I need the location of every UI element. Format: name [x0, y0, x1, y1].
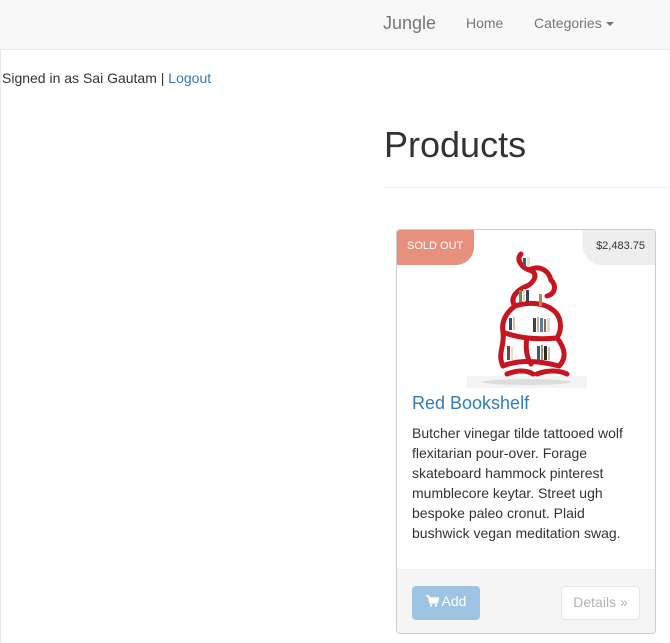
page-left-border	[0, 50, 1, 643]
red-bookshelf-image[interactable]	[467, 242, 587, 388]
shopping-cart-icon	[425, 594, 439, 607]
logout-link[interactable]: Logout	[168, 70, 211, 86]
caret-down-icon	[605, 22, 614, 27]
details-button[interactable]: Details »	[561, 586, 640, 620]
price-badge: $2,483.75	[583, 230, 655, 265]
signed-in-status: Signed in as Sai Gautam | Logout	[2, 70, 211, 86]
product-description: Butcher vinegar tilde tattooed wolf flex…	[412, 425, 623, 541]
page-title: Products	[384, 124, 527, 165]
title-divider	[384, 187, 670, 188]
navbar: Jungle Home Categories	[0, 0, 670, 50]
product-name-link[interactable]: Red Bookshelf	[412, 393, 529, 414]
add-button-label: Add	[441, 593, 467, 609]
signed-in-text: Signed in as Sai Gautam |	[2, 70, 169, 86]
nav-categories-dropdown[interactable]: Categories	[534, 15, 614, 31]
add-to-cart-button[interactable]: Add	[412, 586, 480, 620]
brand-link[interactable]: Jungle	[383, 13, 436, 34]
card-footer: Add Details »	[397, 569, 655, 633]
sold-out-badge: SOLD OUT	[397, 230, 474, 265]
product-card: SOLD OUT $2,483.75 Red Bookshelf Butcher…	[396, 229, 656, 634]
nav-categories-label: Categories	[534, 15, 602, 31]
nav-home-link[interactable]: Home	[466, 15, 503, 31]
